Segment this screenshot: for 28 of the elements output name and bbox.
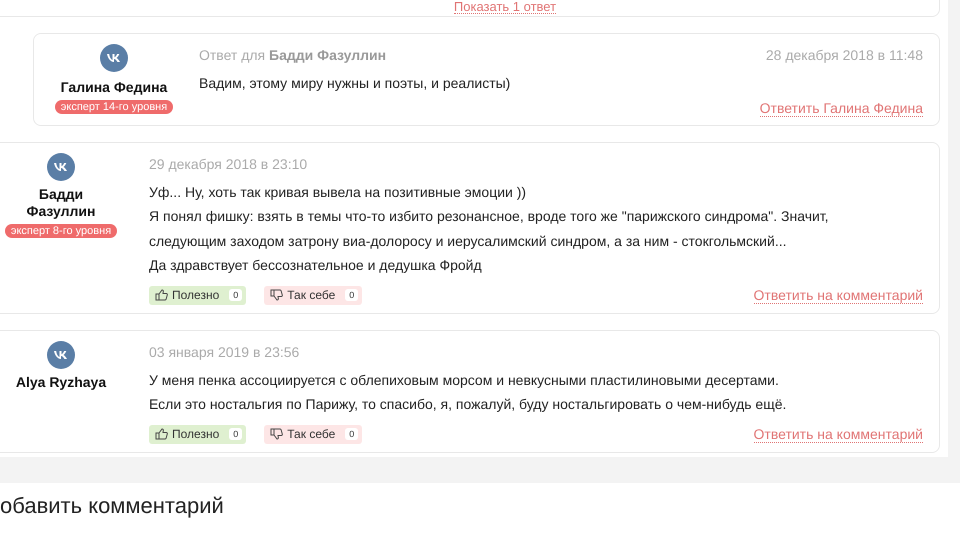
reply-to-label: Ответ для Бадди Фазуллин xyxy=(199,47,386,63)
author-name[interactable]: Галина Федина xyxy=(49,79,179,96)
meh-vote-button[interactable]: Так себе 0 xyxy=(264,424,362,444)
useful-vote-button[interactable]: Полезно 0 xyxy=(149,424,246,444)
meh-vote-button[interactable]: Так себе 0 xyxy=(264,286,362,304)
author-name[interactable]: Alya Ryzhaya xyxy=(6,374,116,390)
expert-level-badge: эксперт 14-го уровня xyxy=(54,100,174,114)
comment-text-line: следующим заходом затрону виа-долоросу и иерусалимский синдром, а за ним - стокгольмский... xyxy=(149,232,788,251)
thumbs-up-icon xyxy=(155,289,168,301)
comment-text-line: Уф... Ну, хоть так кривая вывела на позитивные эмоции )) xyxy=(149,182,528,202)
comment-text-line: Если это ностальгия по Парижу, то спасибо, я, пожалуй, буду ностальгировать о чем-нибудь ещё. xyxy=(149,395,788,414)
comment-date: 29 декабря 2018 в 23:10 xyxy=(149,156,308,172)
avatar-icon xyxy=(47,340,75,368)
thumbs-down-icon xyxy=(270,428,284,440)
comment-date: 03 января 2019 в 23:56 xyxy=(149,344,300,360)
useful-vote-button[interactable]: Полезно 0 xyxy=(149,286,246,304)
avatar-icon xyxy=(100,44,128,72)
thumbs-up-icon xyxy=(155,428,168,440)
comment-text-line: Я понял фишку: взять в темы что-то избито резонансное, вроде того же "парижского синдрома". Значит, xyxy=(149,207,830,226)
comment-text-line: У меня пенка ассоциируется с облепиховым морсом и невкусными пластилиновыми десертами. xyxy=(149,370,780,390)
add-comment-heading: обавить комментарий xyxy=(0,492,225,518)
comment-text-line: Вадим, этому миру нужны и поэты, и реалисты) xyxy=(199,74,512,93)
thumbs-down-icon xyxy=(270,289,284,301)
comment-text-line: Да здравствует бессознательное и дедушка Фройд xyxy=(149,256,483,275)
avatar-icon xyxy=(47,152,75,180)
author-name[interactable]: Бадди Фазуллин xyxy=(6,186,116,220)
expert-level-badge: эксперт 8-го уровня xyxy=(4,224,118,238)
comment-date: 28 декабря 2018 в 11:48 xyxy=(766,47,923,63)
